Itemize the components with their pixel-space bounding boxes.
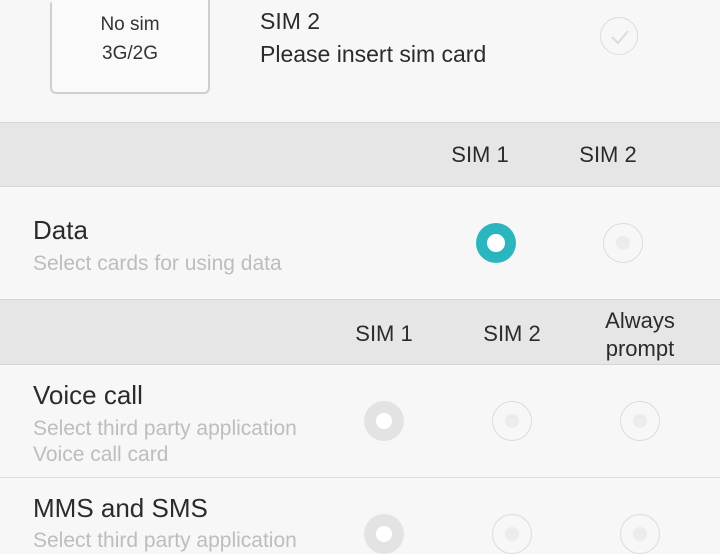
calls-header-sim2: SIM 2 (483, 321, 541, 346)
sim-card-label: No sim 3G/2G (52, 10, 208, 68)
voice-sim2-radio[interactable] (492, 401, 532, 441)
data-title: Data (33, 215, 88, 245)
mms-always-prompt-radio[interactable] (620, 514, 660, 554)
sim2-check-toggle[interactable] (600, 17, 638, 55)
prompt-label: prompt (605, 336, 675, 361)
voice-call-subtitle-2: Voice call card (33, 443, 169, 466)
data-sim2-radio[interactable] (603, 223, 643, 263)
voice-call-title: Voice call (33, 380, 143, 410)
row-divider (0, 477, 720, 478)
always-label: Always (605, 308, 675, 333)
sim2-subtitle: Please insert sim card (260, 41, 487, 67)
calls-header-always-prompt: Always prompt (580, 307, 700, 363)
mms-sms-title: MMS and SMS (33, 493, 208, 523)
sim-status: No sim (100, 14, 160, 35)
voice-call-subtitle-1: Select third party application (33, 417, 297, 440)
mms-sim2-radio[interactable] (492, 514, 532, 554)
voice-always-prompt-radio[interactable] (620, 401, 660, 441)
sim2-title: SIM 2 (260, 8, 321, 34)
data-header-sim1: SIM 1 (451, 142, 509, 167)
calls-header-sim1: SIM 1 (355, 321, 413, 346)
data-subtitle: Select cards for using data (33, 252, 282, 275)
voice-call-subtitle: Select third party application Voice cal… (33, 416, 297, 468)
voice-sim1-radio[interactable] (364, 401, 404, 441)
mms-sim1-radio[interactable] (364, 514, 404, 554)
mms-sms-subtitle: Select third party application (33, 529, 297, 552)
data-sim1-radio[interactable] (476, 223, 516, 263)
data-header-sim2: SIM 2 (579, 142, 637, 167)
sim-network: 3G/2G (102, 43, 158, 64)
check-icon (611, 30, 629, 45)
